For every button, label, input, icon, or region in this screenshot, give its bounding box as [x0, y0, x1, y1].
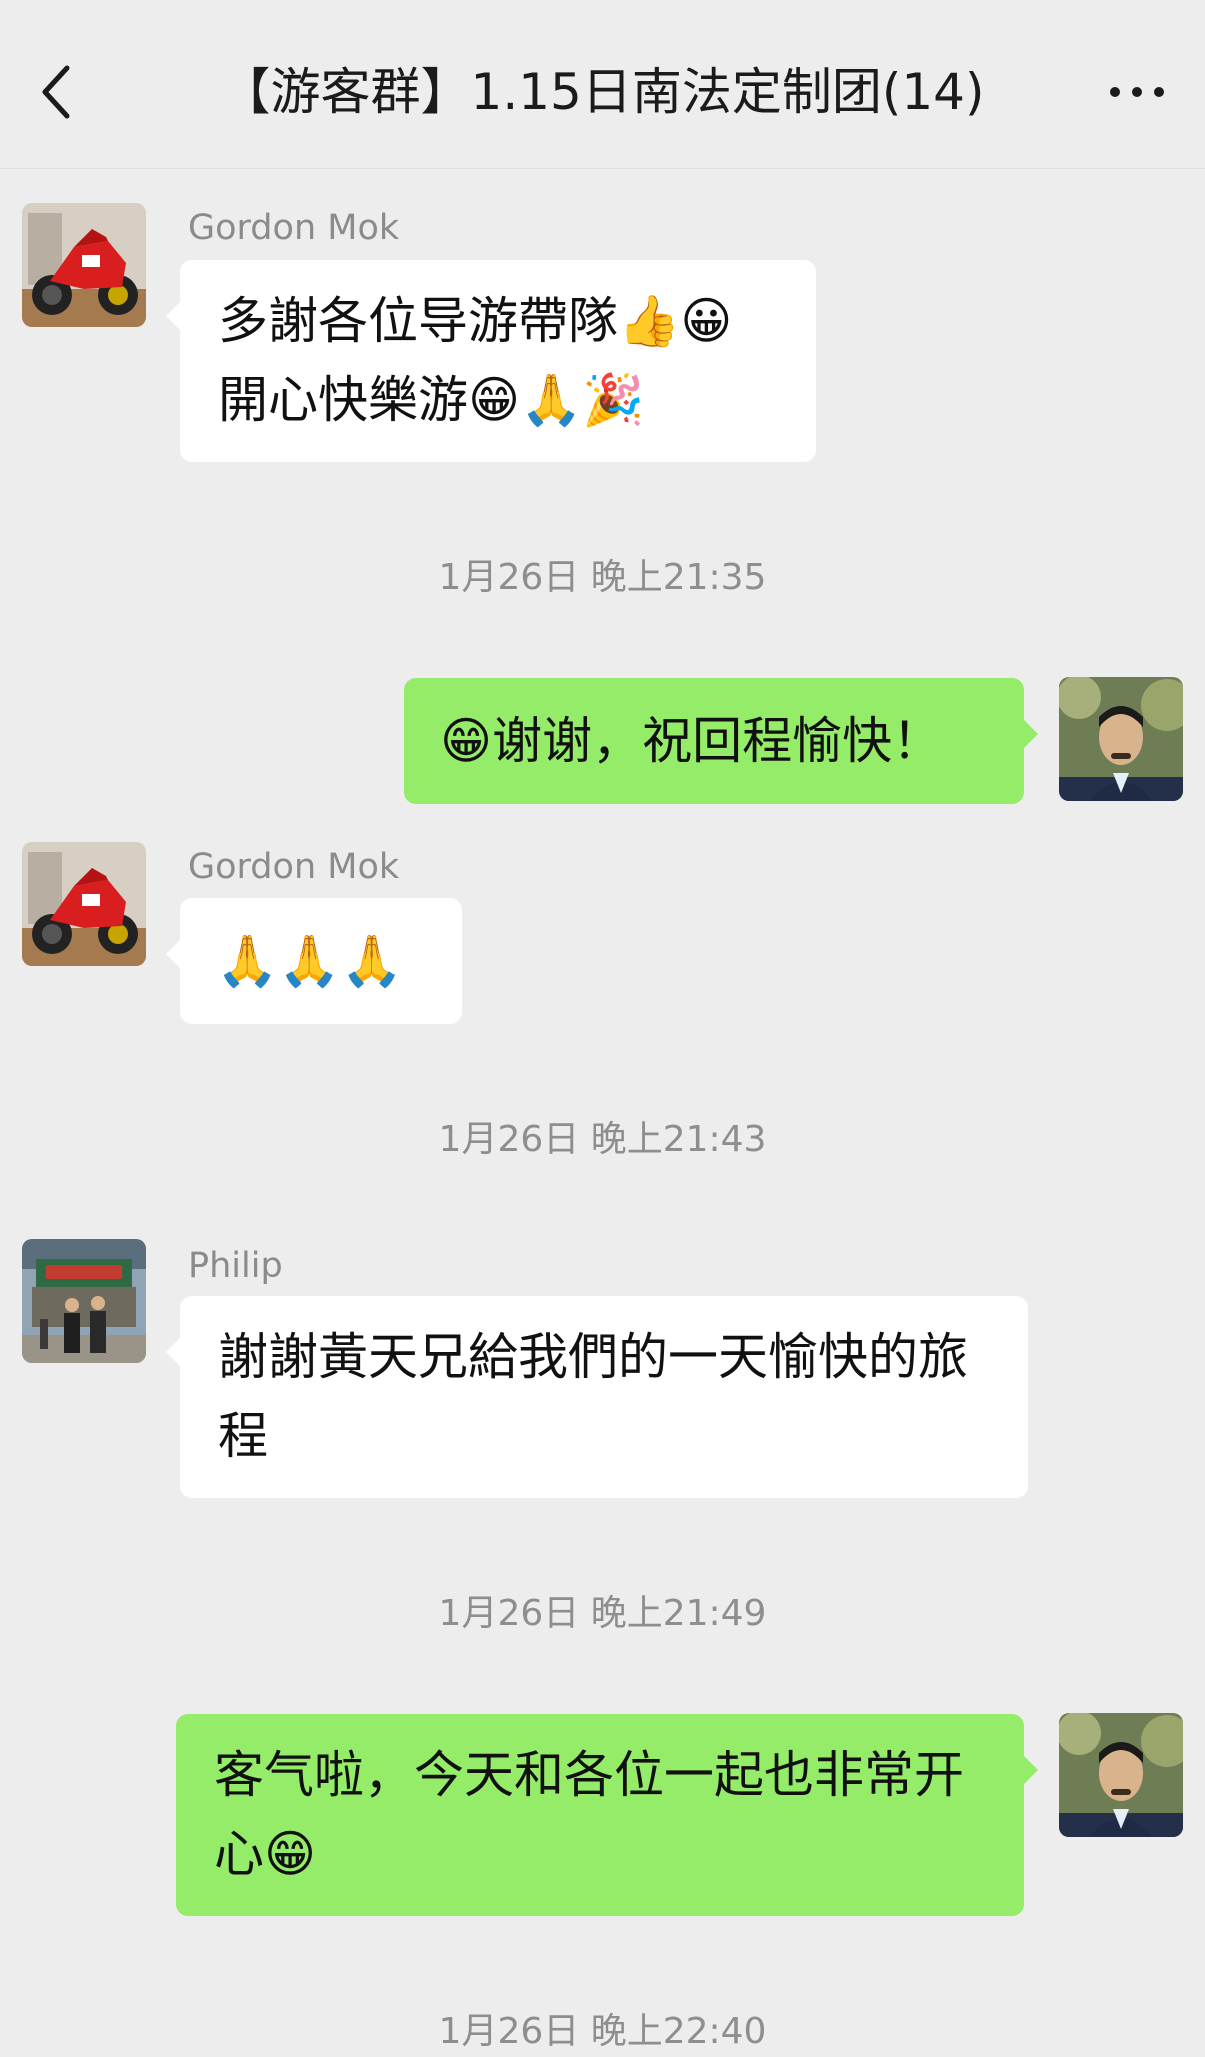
message-bubble[interactable]: 😁谢谢，祝回程愉快！: [404, 678, 1038, 804]
message-text: 開心快樂游😁🙏🎉: [218, 371, 645, 429]
timestamp: 1月26日 晚上21:43: [438, 1119, 767, 1160]
self-avatar[interactable]: [1059, 677, 1183, 801]
sender-name: Gordon Mok: [188, 208, 400, 248]
self-avatar[interactable]: [1059, 1713, 1183, 1837]
message-text: 客气啦，今天和各位一起也非常开: [214, 1746, 964, 1804]
red-motorcycle-avatar: [22, 842, 146, 966]
self-portrait-avatar: [1059, 677, 1183, 801]
message-text: 多謝各位导游帶隊👍😀: [218, 292, 733, 350]
timestamp: 1月26日 晚上22:40: [438, 2011, 767, 2052]
message-text: 🙏🙏🙏: [216, 932, 403, 990]
timestamp: 1月26日 晚上21:49: [438, 1593, 767, 1634]
message-text: 程: [218, 1407, 268, 1465]
sender-name: Philip: [188, 1246, 283, 1286]
message-bubble[interactable]: 謝謝黃天兄給我們的一天愉快的旅 程: [166, 1296, 1028, 1498]
group-photo-avatar: [22, 1239, 146, 1363]
message-text: 心😁: [214, 1825, 317, 1883]
chat-header: 【游客群】1.15日南法定制团(14): [0, 0, 1205, 169]
more-options-button[interactable]: [1091, 50, 1183, 134]
message-bubble[interactable]: 🙏🙏🙏: [166, 898, 462, 1024]
sender-avatar[interactable]: [22, 203, 146, 327]
message-text: 😁谢谢，祝回程愉快！: [440, 712, 943, 770]
sender-avatar[interactable]: [22, 842, 146, 966]
sender-avatar[interactable]: [22, 1239, 146, 1363]
chat-title: 【游客群】1.15日南法定制团(14): [220, 63, 985, 121]
timestamp: 1月26日 晚上21:35: [438, 557, 767, 598]
message-bubble[interactable]: 客气啦，今天和各位一起也非常开 心😁: [176, 1714, 1038, 1916]
back-button[interactable]: [22, 50, 92, 134]
more-dots-icon: [1110, 87, 1164, 97]
message-text: 謝謝黃天兄給我們的一天愉快的旅: [218, 1328, 968, 1386]
self-portrait-avatar: [1059, 1713, 1183, 1837]
message-bubble[interactable]: 多謝各位导游帶隊👍😀 開心快樂游😁🙏🎉: [166, 260, 816, 462]
sender-name: Gordon Mok: [188, 847, 400, 887]
chevron-left-icon: [42, 65, 70, 119]
red-motorcycle-avatar: [22, 203, 146, 327]
